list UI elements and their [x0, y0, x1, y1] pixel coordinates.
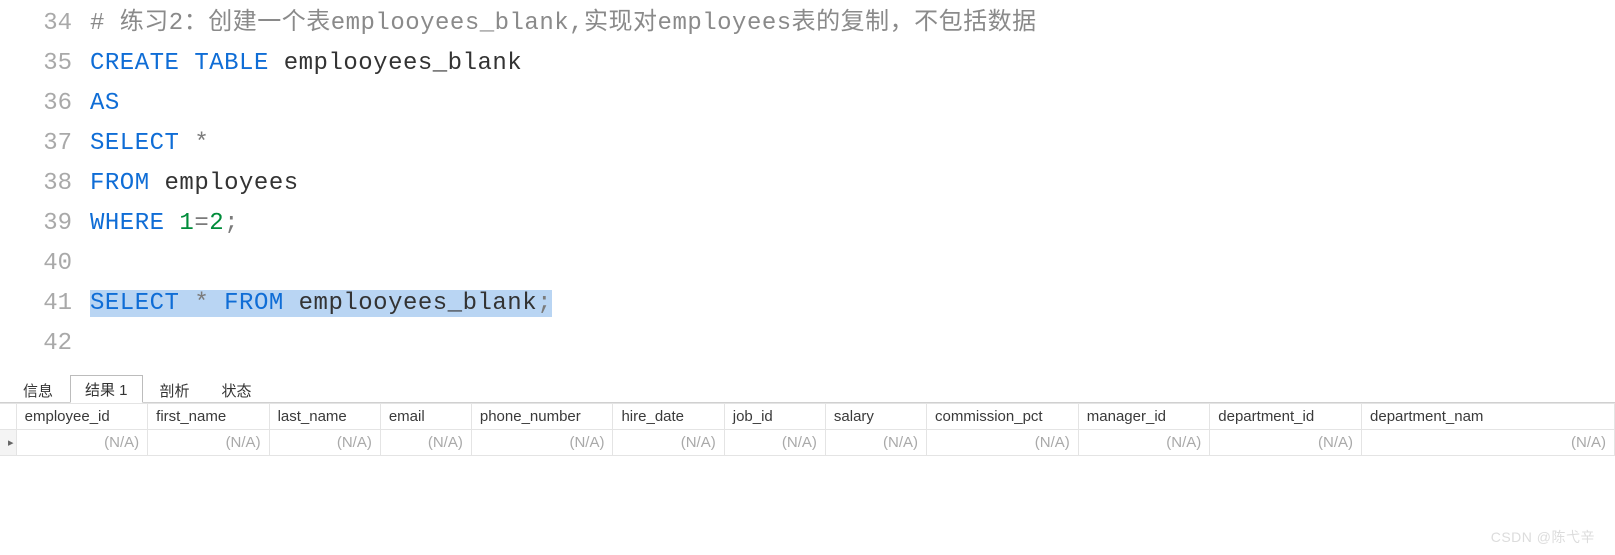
code-line[interactable]: 36AS	[0, 84, 1615, 124]
row-handle-header	[0, 404, 16, 430]
code-line[interactable]: 41SELECT * FROM emplooyees_blank;	[0, 284, 1615, 324]
line-number: 35	[0, 44, 90, 84]
line-number: 41	[0, 284, 90, 324]
column-header[interactable]: manager_id	[1078, 404, 1210, 430]
cell[interactable]: (N/A)	[16, 430, 148, 456]
column-header[interactable]: phone_number	[471, 404, 613, 430]
cell[interactable]: (N/A)	[825, 430, 926, 456]
code-line[interactable]: 40	[0, 244, 1615, 284]
column-header[interactable]: commission_pct	[927, 404, 1079, 430]
column-header[interactable]: job_id	[724, 404, 825, 430]
column-header[interactable]: department_nam	[1362, 404, 1615, 430]
cell[interactable]: (N/A)	[1078, 430, 1210, 456]
cell[interactable]: (N/A)	[1210, 430, 1362, 456]
line-number: 42	[0, 324, 90, 364]
header-row: employee_idfirst_namelast_nameemailphone…	[0, 404, 1615, 430]
code-line[interactable]: 42	[0, 324, 1615, 364]
watermark: CSDN @陈弋辛	[1491, 527, 1595, 547]
code-line[interactable]: 39WHERE 1=2;	[0, 204, 1615, 244]
column-header[interactable]: email	[380, 404, 471, 430]
code-content[interactable]: # 练习2：创建一个表emplooyees_blank,实现对employees…	[90, 4, 1037, 44]
line-number: 34	[0, 4, 90, 44]
row-handle[interactable]: ▸	[0, 430, 16, 456]
line-number: 39	[0, 204, 90, 244]
tab-状态[interactable]: 状态	[207, 376, 267, 403]
code-content[interactable]: FROM employees	[90, 164, 299, 204]
cell[interactable]: (N/A)	[380, 430, 471, 456]
code-content[interactable]: WHERE 1=2;	[90, 204, 239, 244]
code-content[interactable]: SELECT *	[90, 124, 209, 164]
code-content[interactable]: AS	[90, 84, 120, 124]
column-header[interactable]: first_name	[148, 404, 269, 430]
column-header[interactable]: employee_id	[16, 404, 148, 430]
line-number: 36	[0, 84, 90, 124]
column-header[interactable]: salary	[825, 404, 926, 430]
code-line[interactable]: 34# 练习2：创建一个表emplooyees_blank,实现对employe…	[0, 4, 1615, 44]
cell[interactable]: (N/A)	[1362, 430, 1615, 456]
tab-信息[interactable]: 信息	[8, 376, 68, 403]
sql-editor[interactable]: 34# 练习2：创建一个表emplooyees_blank,实现对employe…	[0, 0, 1615, 368]
column-header[interactable]: department_id	[1210, 404, 1362, 430]
cell[interactable]: (N/A)	[269, 430, 380, 456]
code-line[interactable]: 38FROM employees	[0, 164, 1615, 204]
cell[interactable]: (N/A)	[724, 430, 825, 456]
code-content[interactable]: CREATE TABLE emplooyees_blank	[90, 44, 522, 84]
cell[interactable]: (N/A)	[613, 430, 724, 456]
code-line[interactable]: 37SELECT *	[0, 124, 1615, 164]
cell[interactable]: (N/A)	[927, 430, 1079, 456]
code-content[interactable]: SELECT * FROM emplooyees_blank;	[90, 284, 552, 324]
tab-结果 1[interactable]: 结果 1	[70, 375, 143, 403]
column-header[interactable]: last_name	[269, 404, 380, 430]
line-number: 37	[0, 124, 90, 164]
tab-剖析[interactable]: 剖析	[145, 376, 205, 403]
table-row[interactable]: ▸(N/A)(N/A)(N/A)(N/A)(N/A)(N/A)(N/A)(N/A…	[0, 430, 1615, 456]
cell[interactable]: (N/A)	[148, 430, 269, 456]
cell[interactable]: (N/A)	[471, 430, 613, 456]
column-header[interactable]: hire_date	[613, 404, 724, 430]
line-number: 38	[0, 164, 90, 204]
results-grid[interactable]: employee_idfirst_namelast_nameemailphone…	[0, 403, 1615, 456]
line-number: 40	[0, 244, 90, 284]
code-line[interactable]: 35CREATE TABLE emplooyees_blank	[0, 44, 1615, 84]
results-tabs: 信息结果 1剖析状态	[0, 374, 1615, 403]
